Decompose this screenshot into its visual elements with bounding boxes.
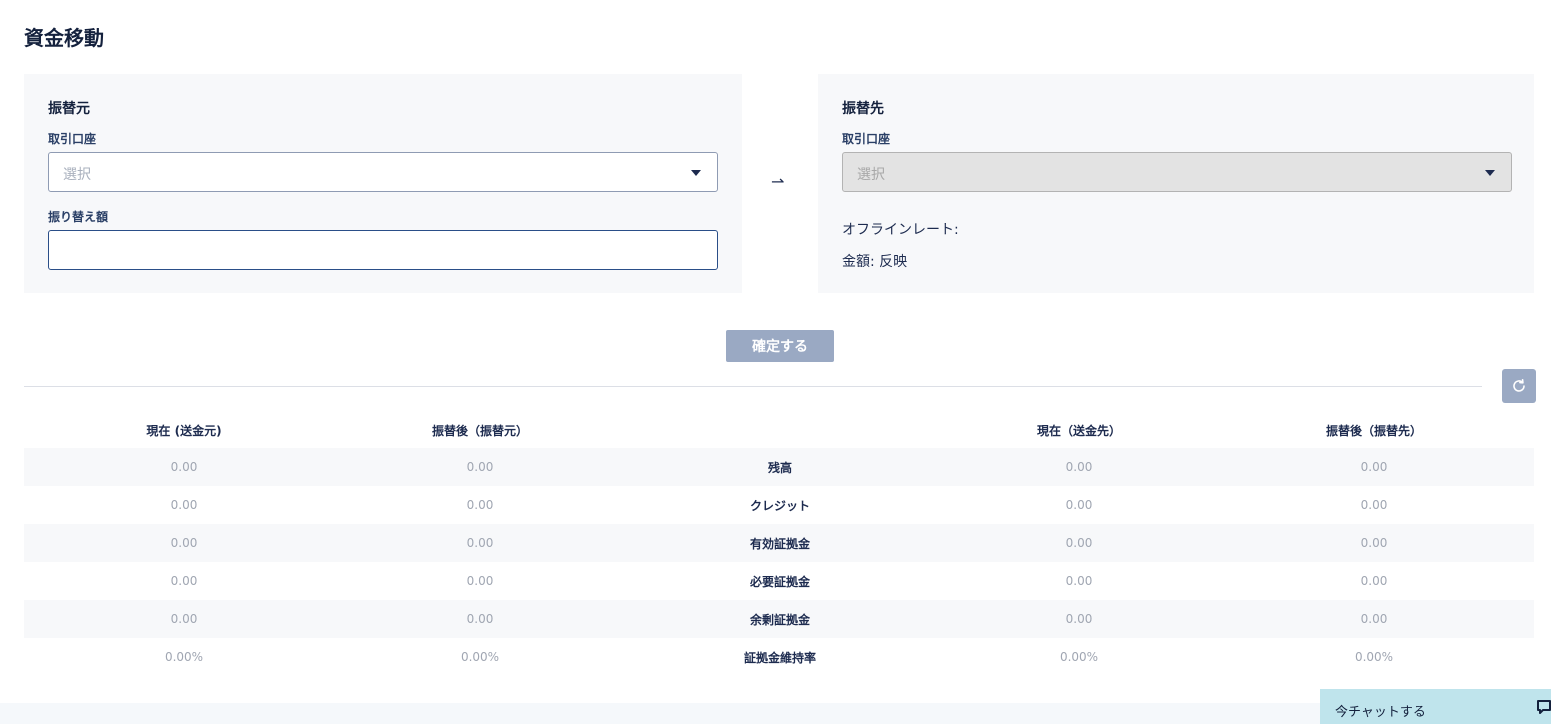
source-after-value: 0.00 xyxy=(466,536,494,550)
arrow-right-icon: ⇀ xyxy=(771,172,785,191)
table-row: 0.00 0.00 クレジット 0.00 0.00 xyxy=(24,486,1534,524)
confirm-button[interactable]: 確定する xyxy=(726,330,834,362)
destination-heading: 振替先 xyxy=(842,101,884,117)
page-title: 資金移動 xyxy=(24,26,104,50)
header-destination-after: 振替後（振替先） xyxy=(1325,423,1422,438)
header-source-current: 現在 (送金元) xyxy=(146,423,222,438)
source-account-placeholder: 選択 xyxy=(63,167,91,183)
destination-current-value: 0.00 xyxy=(1065,574,1093,588)
source-after-value: 0.00 xyxy=(466,574,494,588)
source-current-value: 0.00 xyxy=(170,536,198,550)
destination-current-value: 0.00% xyxy=(1059,650,1099,664)
footer-band xyxy=(0,703,1551,724)
destination-account-select[interactable]: 選択 xyxy=(842,152,1512,192)
source-after-value: 0.00 xyxy=(466,612,494,626)
row-label: 余剰証拠金 xyxy=(749,612,810,627)
balance-comparison-table: 現在 (送金元) 振替後（振替元） 現在（送金先） 振替後（振替先） 0.00 … xyxy=(24,412,1534,676)
row-label: クレジット xyxy=(749,498,810,513)
destination-after-value: 0.00 xyxy=(1360,498,1388,512)
chat-now-button[interactable]: 今チャットする xyxy=(1320,689,1551,724)
row-label: 必要証拠金 xyxy=(749,574,810,589)
refresh-icon xyxy=(1513,379,1525,392)
header-destination-current: 現在（送金先） xyxy=(1036,423,1121,438)
amount-reflect-text: 金額: 反映 xyxy=(842,254,908,270)
destination-after-value: 0.00 xyxy=(1360,612,1388,626)
source-account-select[interactable]: 選択 xyxy=(48,152,718,192)
chevron-down-icon xyxy=(1485,170,1495,176)
row-label: 残高 xyxy=(767,460,792,475)
destination-after-value: 0.00 xyxy=(1360,574,1388,588)
destination-current-value: 0.00 xyxy=(1065,460,1093,474)
table-row: 0.00% 0.00% 証拠金維持率 0.00% 0.00% xyxy=(24,638,1534,676)
source-current-value: 0.00 xyxy=(170,498,198,512)
source-heading: 振替元 xyxy=(48,101,90,117)
row-label: 証拠金維持率 xyxy=(743,650,816,665)
source-current-value: 0.00 xyxy=(170,612,198,626)
destination-after-value: 0.00 xyxy=(1360,536,1388,550)
offline-rate-text: オフラインレート: xyxy=(842,222,959,238)
chat-bubble-icon xyxy=(1537,700,1551,714)
transfer-destination-panel: 振替先 取引口座 選択 オフラインレート: 金額: 反映 xyxy=(818,74,1534,293)
amount-input[interactable] xyxy=(48,230,718,270)
source-after-value: 0.00 xyxy=(466,460,494,474)
amount-label: 振り替え額 xyxy=(48,210,109,224)
refresh-button[interactable] xyxy=(1502,369,1536,403)
source-current-value: 0.00% xyxy=(164,650,204,664)
table-row: 0.00 0.00 余剰証拠金 0.00 0.00 xyxy=(24,600,1534,638)
source-current-value: 0.00 xyxy=(170,574,198,588)
source-after-value: 0.00% xyxy=(460,650,500,664)
row-label: 有効証拠金 xyxy=(749,536,810,551)
destination-after-value: 0.00 xyxy=(1360,460,1388,474)
table-row: 0.00 0.00 残高 0.00 0.00 xyxy=(24,448,1534,486)
transfer-source-panel: 振替元 取引口座 選択 振り替え額 xyxy=(24,74,742,293)
source-current-value: 0.00 xyxy=(170,460,198,474)
destination-after-value: 0.00% xyxy=(1354,650,1394,664)
destination-current-value: 0.00 xyxy=(1065,536,1093,550)
divider xyxy=(24,386,1482,387)
destination-current-value: 0.00 xyxy=(1065,498,1093,512)
destination-current-value: 0.00 xyxy=(1065,612,1093,626)
chevron-down-icon xyxy=(691,170,701,176)
chat-label: 今チャットする xyxy=(1335,705,1426,720)
table-header-row: 現在 (送金元) 振替後（振替元） 現在（送金先） 振替後（振替先） xyxy=(24,412,1534,448)
destination-account-placeholder: 選択 xyxy=(857,167,885,183)
table-row: 0.00 0.00 必要証拠金 0.00 0.00 xyxy=(24,562,1534,600)
source-after-value: 0.00 xyxy=(466,498,494,512)
source-account-label: 取引口座 xyxy=(48,132,97,146)
table-row: 0.00 0.00 有効証拠金 0.00 0.00 xyxy=(24,524,1534,562)
header-source-after: 振替後（振替元） xyxy=(431,423,528,438)
destination-account-label: 取引口座 xyxy=(842,132,891,146)
